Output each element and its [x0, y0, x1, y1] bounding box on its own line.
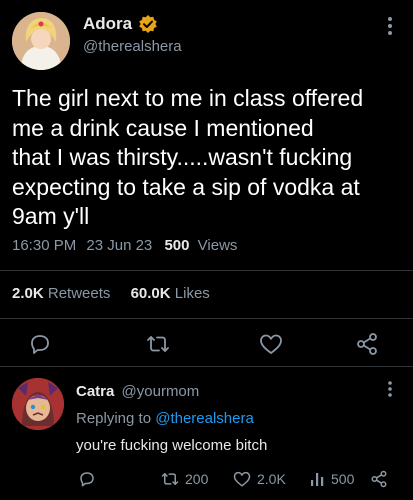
reply-author: Catra @yourmom: [76, 383, 199, 400]
retweets-count: 2.0K: [12, 285, 44, 302]
retweets-stat[interactable]: 2.0K Retweets: [12, 285, 115, 302]
replying-to-prefix: Replying to: [76, 410, 152, 427]
adora-avatar[interactable]: [12, 12, 70, 70]
tweet-meta: 16:30 PM 23 Jun 23 500 Views: [12, 237, 237, 254]
tweet-stats: 2.0K Retweets 60.0K Likes: [12, 285, 210, 302]
reply-views-icon: [310, 471, 326, 487]
replying-to: Replying to @therealshera: [76, 410, 254, 427]
tweet-views-count: 500: [164, 237, 190, 254]
divider: [0, 366, 413, 367]
reply-views-count: 500: [331, 471, 355, 487]
divider: [0, 270, 413, 271]
verified-badge-icon: [138, 14, 158, 34]
reply-more-icon[interactable]: [387, 380, 393, 401]
reply-display-name[interactable]: Catra: [76, 383, 114, 400]
retweets-label: Retweets: [47, 285, 111, 302]
reply-like-icon: [232, 470, 252, 488]
tweet-text-line: expecting to take a sip of vodka at: [12, 173, 360, 200]
tweet-display-name[interactable]: Adora: [83, 14, 132, 34]
replying-to-link[interactable]: @therealshera: [155, 410, 254, 427]
retweet-icon[interactable]: [145, 332, 171, 356]
tweet-handle[interactable]: @therealshera: [83, 38, 182, 55]
likes-stat[interactable]: 60.0K Likes: [131, 285, 210, 302]
like-icon[interactable]: [258, 332, 284, 356]
reply-text: you're fucking welcome bitch: [76, 437, 268, 454]
likes-label: Likes: [174, 285, 210, 302]
catra-avatar[interactable]: [12, 378, 64, 430]
tweet-text-line: The girl next to me in class offered: [12, 85, 364, 111]
tweet-text-line: 9am y'll: [12, 203, 90, 229]
divider: [0, 318, 413, 319]
share-icon[interactable]: [355, 332, 379, 356]
tweet-text-line: me a drink cause I mentioned: [12, 114, 314, 141]
reply-icon[interactable]: [28, 332, 52, 356]
tweet-time[interactable]: 16:30 PM: [12, 237, 76, 254]
tweet-date[interactable]: 23 Jun 23: [86, 237, 152, 254]
likes-count: 60.0K: [130, 285, 171, 302]
reply-like-button[interactable]: 2.0K: [232, 470, 286, 488]
tweet-text: The girl next to me in class offered me …: [12, 84, 410, 232]
reply-handle[interactable]: @yourmom: [122, 383, 200, 400]
tweet-more-icon[interactable]: [387, 16, 393, 39]
tweet-text-line: that I was thirsty.....wasn't fucking: [12, 144, 353, 170]
reply-retweet-icon: [160, 470, 180, 488]
tweet-views-label: Views: [197, 237, 238, 254]
reply-views-button[interactable]: 500: [310, 470, 354, 488]
reply-retweet-button[interactable]: 200: [160, 470, 208, 488]
reply-reply-icon[interactable]: [78, 470, 96, 488]
reply-share-icon[interactable]: [370, 470, 388, 488]
reply-like-count: 2.0K: [257, 471, 286, 487]
reply-retweet-count: 200: [185, 471, 209, 487]
